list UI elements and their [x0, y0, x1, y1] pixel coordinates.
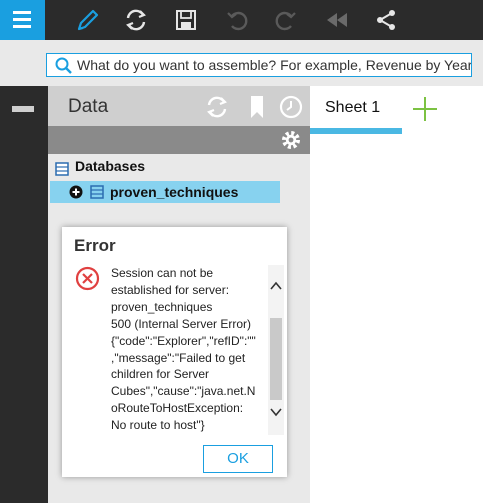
redo-icon[interactable] — [272, 6, 300, 34]
search-text: What do you want to assemble? For exampl… — [77, 57, 472, 73]
refresh-icon[interactable] — [122, 6, 150, 34]
sheet-area — [310, 86, 483, 503]
search-icon — [55, 57, 72, 74]
collapse-icon[interactable] — [12, 106, 34, 112]
pencil-icon[interactable] — [74, 6, 102, 34]
ok-button[interactable]: OK — [203, 445, 273, 473]
menu-icon — [13, 11, 31, 28]
tree-item-label: proven_techniques — [110, 184, 239, 200]
clock-icon[interactable] — [277, 93, 305, 121]
left-rail — [0, 86, 48, 503]
active-tab-indicator — [310, 128, 402, 134]
error-message: Session can not be established for serve… — [111, 266, 256, 433]
rewind-icon[interactable] — [323, 6, 351, 34]
dialog-title: Error — [74, 236, 116, 255]
server-icon — [90, 185, 104, 199]
menu-button[interactable] — [0, 0, 45, 40]
search-input[interactable]: What do you want to assemble? For exampl… — [46, 53, 472, 77]
tab-sheet-1[interactable]: Sheet 1 — [325, 99, 380, 117]
scrollbar-thumb[interactable] — [270, 318, 282, 400]
scroll-up-icon[interactable] — [269, 280, 283, 292]
gear-icon[interactable] — [279, 128, 303, 152]
data-panel-title: Data — [68, 96, 109, 117]
expand-icon[interactable] — [69, 185, 83, 199]
data-panel-subheader — [48, 126, 310, 154]
scroll-down-icon[interactable] — [269, 406, 283, 418]
share-icon[interactable] — [372, 6, 400, 34]
tree-root-label[interactable]: Databases — [75, 158, 145, 178]
error-icon — [75, 266, 100, 291]
add-sheet-icon[interactable] — [412, 96, 438, 122]
undo-icon[interactable] — [223, 6, 251, 34]
database-icon — [55, 162, 69, 181]
bookmark-icon[interactable] — [246, 94, 268, 120]
refresh-icon[interactable] — [203, 93, 231, 121]
save-icon[interactable] — [172, 6, 200, 34]
